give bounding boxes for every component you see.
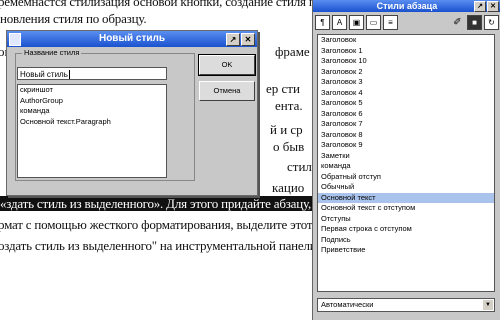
dialog-titlebar[interactable]: Новый стиль ↗ ✕ (7, 31, 257, 47)
style-list-item[interactable]: Заголовок 3 (318, 77, 494, 88)
pin-icon[interactable]: ↗ (474, 1, 486, 12)
list-item[interactable]: AuthorGroup (18, 96, 166, 107)
frame-styles-icon[interactable]: ▣ (349, 14, 364, 30)
doc-fragment: о быв (273, 139, 305, 154)
styles-toolbar: ¶ A ▣ ▭ ≡ ✐ ■ ↻ (315, 14, 499, 30)
close-icon[interactable]: ✕ (241, 33, 255, 46)
doc-fragment: фраме (275, 44, 310, 59)
style-list-item[interactable]: Заголовок 2 (318, 67, 494, 78)
document-icon (9, 33, 21, 46)
style-list-item[interactable]: Основной текст (318, 192, 494, 203)
existing-styles-list[interactable]: скриншот AuthorGroup команда Основной те… (17, 84, 167, 178)
style-list-item[interactable]: Заголовок 5 (318, 98, 494, 109)
new-style-dialog: Новый стиль ↗ ✕ Название стиля Новый сти… (6, 30, 258, 196)
style-name-value: Новый стиль (20, 70, 68, 79)
doc-line-4: рмат с помощью жесткого форматирования, … (0, 217, 312, 232)
style-list-item[interactable]: Подпись (318, 235, 494, 246)
style-list-item[interactable]: Заголовок 7 (318, 119, 494, 130)
style-list-item[interactable]: команда (318, 161, 494, 172)
list-item[interactable]: Основной текст.Paragraph (18, 117, 166, 128)
style-filter-select[interactable]: Автоматически ▼ (317, 298, 495, 312)
highlighted-phrase: «здать стиль из выделенного». Для этого … (0, 196, 312, 211)
cancel-button[interactable]: Отмена (199, 81, 255, 101)
doc-line-3: «здать стиль из выделенного». Для этого … (0, 196, 312, 212)
style-filter-value: Автоматически (321, 300, 374, 309)
fill-format-icon[interactable]: ✐ (450, 15, 465, 30)
list-item[interactable]: команда (18, 106, 166, 117)
dialog-title: Новый стиль (98, 33, 166, 44)
style-list-item[interactable]: Заметки (318, 151, 494, 162)
doc-line-1: ремемнастся стилизация основой кнопки, с… (0, 0, 312, 9)
panel-titlebar[interactable]: Стили абзаца ↗ ✕ (313, 0, 500, 12)
style-list-item[interactable]: Отступы (318, 214, 494, 225)
style-list-item[interactable]: Обратный отступ (318, 172, 494, 183)
style-list-item[interactable]: Обычный (318, 182, 494, 193)
list-styles-icon[interactable]: ≡ (383, 14, 398, 30)
paragraph-styles-icon[interactable]: ¶ (315, 14, 330, 30)
style-list-item[interactable]: Заголовок 4 (318, 88, 494, 99)
pin-icon[interactable]: ↗ (226, 33, 240, 46)
style-list-item[interactable]: Приветствие (318, 245, 494, 256)
style-list-item[interactable]: Заголовок (318, 35, 494, 46)
chevron-down-icon[interactable]: ▼ (483, 300, 493, 310)
doc-line-2: новления стиля по образцу. (0, 11, 147, 26)
style-list-item[interactable]: Первая строка с отступом (318, 224, 494, 235)
paragraph-styles-list[interactable]: Заголовок Заголовок 1 Заголовок 10 Заголово… (317, 34, 495, 292)
paragraph-styles-panel: Стили абзаца ↗ ✕ ¶ A ▣ ▭ ≡ ✐ ■ ↻ Заголов… (312, 0, 500, 320)
character-styles-icon[interactable]: A (332, 14, 347, 30)
new-style-icon[interactable]: ■ (467, 14, 482, 30)
text-caret (68, 70, 70, 80)
style-list-item[interactable]: Заголовок 1 (318, 46, 494, 57)
style-list-item[interactable]: Заголовок 6 (318, 109, 494, 120)
style-list-item[interactable]: Заголовок 9 (318, 140, 494, 151)
doc-fragment: стил (287, 159, 312, 174)
doc-line-5: оздать стиль из выделенного" на инструме… (0, 238, 312, 253)
update-style-icon[interactable]: ↻ (484, 14, 499, 30)
doc-fragment: й и ср (270, 122, 303, 137)
panel-title: Стили абзаца (376, 1, 438, 11)
style-list-item[interactable]: Заголовок 10 (318, 56, 494, 67)
list-item[interactable]: скриншот (18, 85, 166, 96)
style-list-item[interactable]: Основной текст с отступом (318, 203, 494, 214)
doc-fragment: ер сти (266, 81, 300, 96)
style-list-item[interactable]: Заголовок 8 (318, 130, 494, 141)
doc-fragment: ента. (275, 98, 303, 113)
doc-fragment: кацио (272, 180, 305, 195)
style-name-input[interactable]: Новый стиль (17, 67, 167, 80)
ok-button[interactable]: OK (198, 54, 256, 76)
group-label: Название стиля (22, 48, 82, 57)
close-icon[interactable]: ✕ (487, 1, 499, 12)
page-styles-icon[interactable]: ▭ (366, 14, 381, 30)
